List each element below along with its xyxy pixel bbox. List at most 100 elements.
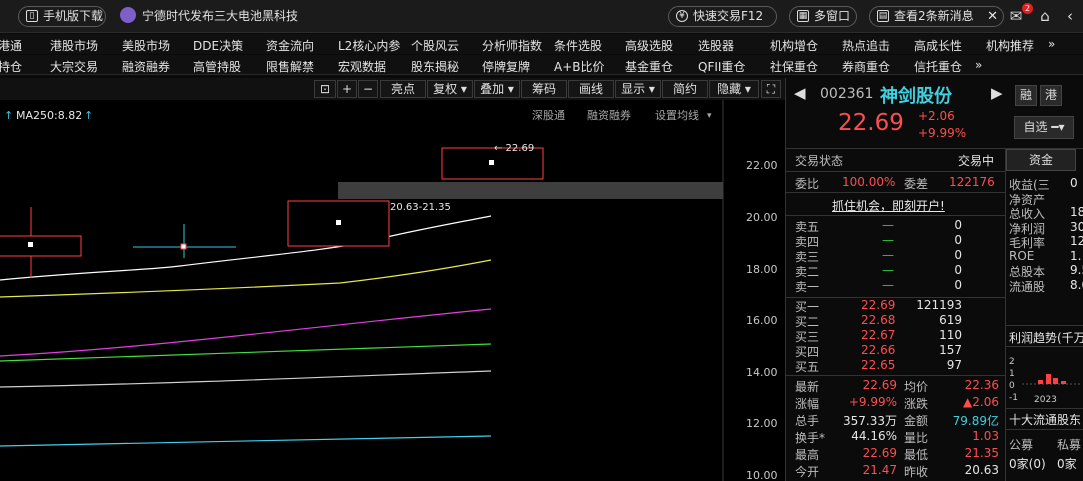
- price-change-pct: +9.99%: [918, 126, 967, 140]
- menu-item[interactable]: 个股风云: [411, 37, 459, 54]
- menu-item[interactable]: 高级选股: [625, 37, 673, 54]
- bid-label: 买五: [795, 360, 820, 374]
- menu-item[interactable]: 宏观数据: [338, 58, 386, 75]
- menu-item[interactable]: 高成长性: [914, 37, 962, 54]
- multi-window-button[interactable]: ▦ 多窗口: [789, 6, 857, 27]
- fin-value: 0: [1070, 176, 1078, 190]
- kline-chart[interactable]: ↑ MA250:8.82 ↑ 深股通 融资融券 设置均线 ▾ 22.00 20.00 18.00 1…: [0, 100, 785, 481]
- ask-label: 卖一: [795, 280, 820, 294]
- quick-trade-button[interactable]: ¥ 快速交易F12: [668, 6, 777, 27]
- next-stock-icon[interactable]: ▶: [991, 84, 1003, 102]
- bid-price: 22.69: [861, 298, 896, 312]
- public-fund-label: 公募: [1009, 438, 1034, 452]
- menu-item[interactable]: 资金流向: [266, 37, 314, 54]
- y-tick-label: 22.00: [746, 159, 778, 172]
- bid-volume: 121193: [916, 298, 962, 312]
- stat-label: 最高: [795, 448, 820, 462]
- menu-item[interactable]: 选股器: [698, 37, 734, 54]
- menu-item[interactable]: »: [975, 58, 982, 72]
- menu-item[interactable]: 大宗交易: [50, 58, 98, 75]
- display-button[interactable]: 显示 ▾: [615, 80, 661, 98]
- simple-button[interactable]: 简约: [662, 80, 708, 98]
- menu-item[interactable]: 融资融券: [122, 58, 170, 75]
- top10-holders-label[interactable]: 十大流通股东: [1009, 411, 1081, 428]
- lock-icon[interactable]: ⊡: [314, 80, 336, 98]
- menu-item[interactable]: »: [1048, 37, 1055, 51]
- stat-label: 换手*: [795, 431, 826, 445]
- menu-item[interactable]: L2核心内参: [338, 37, 400, 54]
- bid-price: 22.67: [861, 328, 896, 342]
- menu-item[interactable]: 高管持股: [193, 58, 241, 75]
- messages-button[interactable]: ▤ 查看2条新消息 ✕: [869, 6, 1004, 27]
- bid-price: 22.65: [861, 358, 896, 372]
- menu-item[interactable]: DDE决策: [193, 37, 243, 54]
- zoom-in-icon[interactable]: +: [337, 80, 357, 98]
- chart-canvas[interactable]: ↑ MA250:8.82 ↑ 深股通 融资融券 设置均线 ▾ 22.00 20.00 18.00 1…: [0, 100, 785, 481]
- margin-tag[interactable]: 融: [1015, 85, 1037, 106]
- bid-volume: 97: [946, 358, 962, 372]
- open-account-link[interactable]: 抓住机会，即刻开户!: [832, 197, 945, 214]
- fin-label: 流通股: [1009, 279, 1046, 294]
- chips-button[interactable]: 筹码: [521, 80, 567, 98]
- menu-item[interactable]: 限售解禁: [266, 58, 314, 75]
- chart-sub-link[interactable]: 融资融券: [587, 108, 631, 122]
- hk-tag[interactable]: 港: [1040, 85, 1062, 106]
- divider: [1005, 429, 1083, 430]
- menu-item[interactable]: 持仓: [0, 58, 22, 75]
- menu-item[interactable]: 机构推荐: [986, 37, 1034, 54]
- overlay-button[interactable]: 叠加 ▾: [474, 80, 520, 98]
- fullscreen-icon[interactable]: ⛶: [761, 80, 781, 98]
- crosshair-marker: [180, 243, 187, 250]
- news-ticker[interactable]: 宁德时代发布三大电池黑科技: [120, 7, 298, 24]
- menu-item[interactable]: 港通: [0, 37, 22, 54]
- mail-badge: 2: [1022, 3, 1033, 14]
- window-icon: ▦: [797, 10, 809, 22]
- menu-item[interactable]: 港股市场: [50, 37, 98, 54]
- home-icon[interactable]: ⌂: [1035, 6, 1055, 26]
- menu-item[interactable]: 股东揭秘: [411, 58, 459, 75]
- stat-label: 总手: [795, 414, 820, 428]
- news-icon: [120, 7, 136, 23]
- chevron-down-icon[interactable]: ▾: [707, 111, 712, 121]
- menu-item[interactable]: 基金重仓: [625, 58, 673, 75]
- menu-item[interactable]: QFII重仓: [698, 58, 745, 75]
- ma-line-yellow: [0, 259, 492, 298]
- menu-item[interactable]: 停牌复牌: [482, 58, 530, 75]
- menu-item[interactable]: 美股市场: [122, 37, 170, 54]
- menu-item[interactable]: 条件选股: [554, 37, 602, 54]
- highlight-button[interactable]: 亮点: [380, 80, 426, 98]
- close-icon[interactable]: ✕: [987, 7, 998, 26]
- watchlist-dropdown[interactable]: 自选 ━▾: [1014, 116, 1074, 139]
- stat-value: 21.35: [964, 446, 999, 460]
- menu-item[interactable]: 信托重仓: [914, 58, 962, 75]
- adjust-button[interactable]: 复权 ▾: [427, 80, 473, 98]
- chart-sub-link[interactable]: 设置均线: [655, 108, 699, 122]
- menu-item[interactable]: 机构增仓: [770, 37, 818, 54]
- stat-label: 今开: [795, 465, 820, 479]
- menu-item[interactable]: 社保重仓: [770, 58, 818, 75]
- stat-label: 涨幅: [795, 397, 820, 411]
- menu-item[interactable]: 热点追击: [842, 37, 890, 54]
- quote-panel: ◀ 002361 神剑股份 ▶ 融 港 22.69 +2.06 +9.99% 自…: [785, 78, 1083, 481]
- bid-price: 22.68: [861, 313, 896, 327]
- stock-name: 神剑股份: [880, 86, 952, 107]
- menu-item[interactable]: 分析师指数: [482, 37, 542, 54]
- draw-button[interactable]: 画线: [568, 80, 614, 98]
- trade-status-label: 交易状态: [795, 154, 844, 168]
- y-tick-label: 18.00: [746, 263, 778, 276]
- ask-price: —: [882, 248, 894, 262]
- menu-item[interactable]: 券商重仓: [842, 58, 890, 75]
- ma-arrow-icon: ↑: [84, 109, 93, 122]
- zoom-out-icon[interactable]: −: [358, 80, 378, 98]
- stat-value: 21.47: [862, 463, 897, 477]
- chart-sub-link[interactable]: 深股通: [532, 109, 565, 122]
- private-fund-count: 0家: [1057, 457, 1077, 471]
- hide-button[interactable]: 隐藏 ▾: [709, 80, 759, 98]
- menu-item[interactable]: A+B比价: [554, 58, 605, 75]
- mobile-download-button[interactable]: ▯ 手机版下载: [18, 6, 106, 27]
- prev-stock-icon[interactable]: ◀: [794, 84, 806, 102]
- back-icon[interactable]: ‹: [1060, 6, 1080, 26]
- ask-price: —: [882, 263, 894, 277]
- tab-fund[interactable]: 资金: [1006, 149, 1076, 171]
- ma-line-magenta: [0, 308, 492, 357]
